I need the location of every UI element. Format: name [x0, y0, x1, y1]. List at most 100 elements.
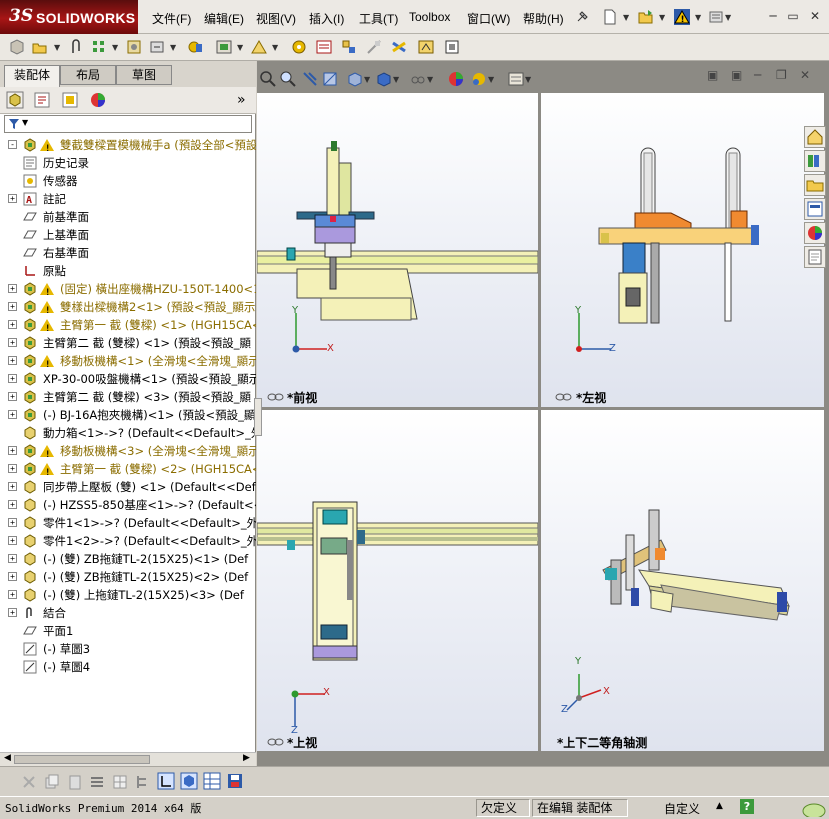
expand-toggle-icon[interactable]: + — [8, 374, 17, 383]
feature-tree-icon[interactable] — [6, 91, 24, 109]
snapshot-icon[interactable] — [443, 38, 461, 56]
tree-item[interactable]: + A 註記 — [0, 190, 256, 208]
reference-geometry-icon[interactable] — [250, 38, 268, 56]
tree-item[interactable]: 原點 — [0, 262, 256, 280]
design-library-tab[interactable] — [804, 150, 826, 172]
move-component-icon[interactable] — [148, 38, 166, 56]
expand-toggle-icon[interactable]: - — [8, 140, 17, 149]
minimize-button[interactable]: ─ — [765, 9, 781, 23]
tree-item[interactable]: + 主臂第二 截 (雙樑) <1> (預設<預設_顯 — [0, 334, 256, 352]
tab-assembly[interactable]: 装配体 — [4, 65, 60, 87]
tree-item[interactable]: + (-) (雙) 上拖鏈TL-2(15X25)<3> (Def — [0, 586, 256, 604]
tree-item[interactable]: 動力箱<1>->? (Default<<Default>_外观 — [0, 424, 256, 442]
display-style-icon[interactable] — [375, 70, 393, 88]
chevron-down-icon[interactable]: ▼ — [364, 75, 370, 84]
help-icon[interactable]: ? — [740, 799, 754, 814]
expand-toggle-icon[interactable]: + — [8, 392, 17, 401]
tree-item[interactable]: - 雙截雙樑置模機械手a (預設全部<預設> — [0, 136, 256, 158]
tree-item[interactable]: + 主臂第一 截 (雙樑) <2> (HGH15CA< — [0, 460, 256, 482]
tree-item[interactable]: + 移動板機構<3> (全滑塊<全滑塊_顯示 — [0, 442, 256, 464]
explode-line-sketch-icon[interactable] — [365, 38, 383, 56]
apply-scene-icon[interactable] — [470, 70, 488, 88]
pin-icon[interactable] — [573, 8, 591, 26]
tree-item[interactable]: + 零件1<1>->? (Default<<Default>_外观 — [0, 514, 256, 532]
table-icon[interactable] — [111, 773, 129, 791]
exploded-view-icon[interactable] — [340, 38, 358, 56]
expand-toggle-icon[interactable]: + — [8, 338, 17, 347]
chevron-down-icon[interactable]: ▼ — [488, 75, 494, 84]
menu-tools[interactable]: 工具(T) — [359, 10, 398, 27]
close-button[interactable]: ✕ — [807, 9, 823, 23]
expand-toggle-icon[interactable]: + — [8, 194, 17, 203]
expand-toggle-icon[interactable]: + — [8, 554, 17, 563]
menu-insert[interactable]: 插入(I) — [309, 10, 344, 27]
menu-help[interactable]: 帮助(H) — [523, 10, 564, 27]
tree-item[interactable]: + 結合 — [0, 604, 256, 622]
expand-panel-icon[interactable]: » — [237, 92, 246, 108]
open-folder-icon[interactable] — [31, 38, 49, 56]
chevron-down-icon[interactable]: ▼ — [427, 75, 433, 84]
chevron-down-icon[interactable]: ▼ — [272, 43, 278, 52]
tree-item[interactable]: + 移動板機構<1> (全滑塊<全滑塊_顯示 — [0, 352, 256, 374]
chevron-down-icon[interactable]: ▼ — [525, 75, 531, 84]
tab-sketch[interactable]: 草图 — [116, 65, 172, 85]
expand-toggle-icon[interactable]: + — [8, 356, 17, 365]
expand-toggle-icon[interactable]: + — [8, 572, 17, 581]
sort-icon[interactable] — [157, 772, 175, 790]
paste-icon[interactable] — [66, 773, 84, 791]
scroll-right-icon[interactable]: ▶ — [243, 753, 250, 763]
appearances-tab[interactable] — [804, 222, 826, 244]
zoom-area-icon[interactable] — [279, 70, 297, 88]
tree-item[interactable]: 平面1 — [0, 622, 256, 640]
tree-item[interactable]: (-) 草圖4 — [0, 658, 256, 676]
horizontal-scrollbar[interactable]: ◀ ▶ — [0, 752, 256, 766]
tree-item[interactable]: + 雙樣出樑機構2<1> (預設<預設_顯示 — [0, 298, 256, 320]
assembly-features-icon[interactable] — [215, 38, 233, 56]
list-icon[interactable] — [88, 773, 106, 791]
tree-item[interactable]: 前基準面 — [0, 208, 256, 226]
status-units[interactable]: 自定义 — [664, 800, 700, 817]
tree-item[interactable]: 上基準面 — [0, 226, 256, 244]
tree-filter-input[interactable]: ▼ — [4, 115, 252, 133]
chevron-down-icon[interactable]: ▼ — [393, 75, 399, 84]
expand-toggle-icon[interactable]: + — [8, 284, 17, 293]
linear-pattern-icon[interactable] — [90, 38, 108, 56]
viewport-left[interactable]: Y Z *左视 — [541, 93, 824, 407]
insert-component-icon[interactable] — [8, 38, 26, 56]
tile-horizontal-icon[interactable]: ▣ — [707, 68, 718, 82]
grid-view-icon[interactable] — [203, 772, 221, 790]
tree-structure-icon[interactable] — [134, 773, 152, 791]
view-orientation-icon[interactable] — [346, 70, 364, 88]
menu-window[interactable]: 窗口(W) — [467, 10, 510, 27]
previous-view-icon[interactable] — [301, 70, 319, 88]
tree-item[interactable]: + (固定) 橫出座機構HZU-150T-1400<1 — [0, 280, 256, 302]
configuration-manager-icon[interactable] — [61, 91, 79, 109]
menu-file[interactable]: 文件(F) — [152, 10, 191, 27]
edit-appearance-icon[interactable] — [447, 70, 465, 88]
link-view-icon[interactable] — [267, 737, 285, 747]
viewport-minimize-icon[interactable]: ─ — [754, 68, 761, 82]
cut-icon[interactable] — [20, 773, 38, 791]
resize-grip-icon[interactable] — [800, 799, 826, 817]
expand-toggle-icon[interactable]: + — [8, 590, 17, 599]
scroll-left-icon[interactable]: ◀ — [4, 753, 11, 763]
view-palette-tab[interactable] — [804, 198, 826, 220]
expand-toggle-icon[interactable]: + — [8, 464, 17, 473]
chevron-down-icon[interactable]: ▼ — [237, 43, 243, 52]
tree-item[interactable]: 传感器 — [0, 172, 256, 190]
menu-toolbox[interactable]: Toolbox — [409, 10, 450, 24]
expand-toggle-icon[interactable]: + — [8, 320, 17, 329]
chevron-down-icon[interactable]: ▼ — [725, 13, 731, 22]
solidworks-logo[interactable]: 3S SOLIDWORKS — [0, 0, 138, 34]
chevron-down-icon[interactable]: ▼ — [112, 43, 118, 52]
view-settings-icon[interactable] — [507, 70, 525, 88]
tree-item[interactable]: + (-) BJ-16A抱夾機構)<1> (預設<預設_顯 — [0, 406, 256, 424]
interference-detection-icon[interactable] — [390, 38, 408, 56]
expand-toggle-icon[interactable]: + — [8, 446, 17, 455]
expand-toggle-icon[interactable]: + — [8, 482, 17, 491]
chevron-down-icon[interactable]: ▼ — [659, 13, 665, 22]
tree-item[interactable]: + 主臂第一 截 (雙樑) <1> (HGH15CA< — [0, 316, 256, 338]
section-view-icon[interactable] — [321, 70, 339, 88]
tree-item[interactable]: + XP-30-00吸盤機構<1> (預設<預設_顯示 — [0, 370, 256, 388]
expand-toggle-icon[interactable]: + — [8, 302, 17, 311]
